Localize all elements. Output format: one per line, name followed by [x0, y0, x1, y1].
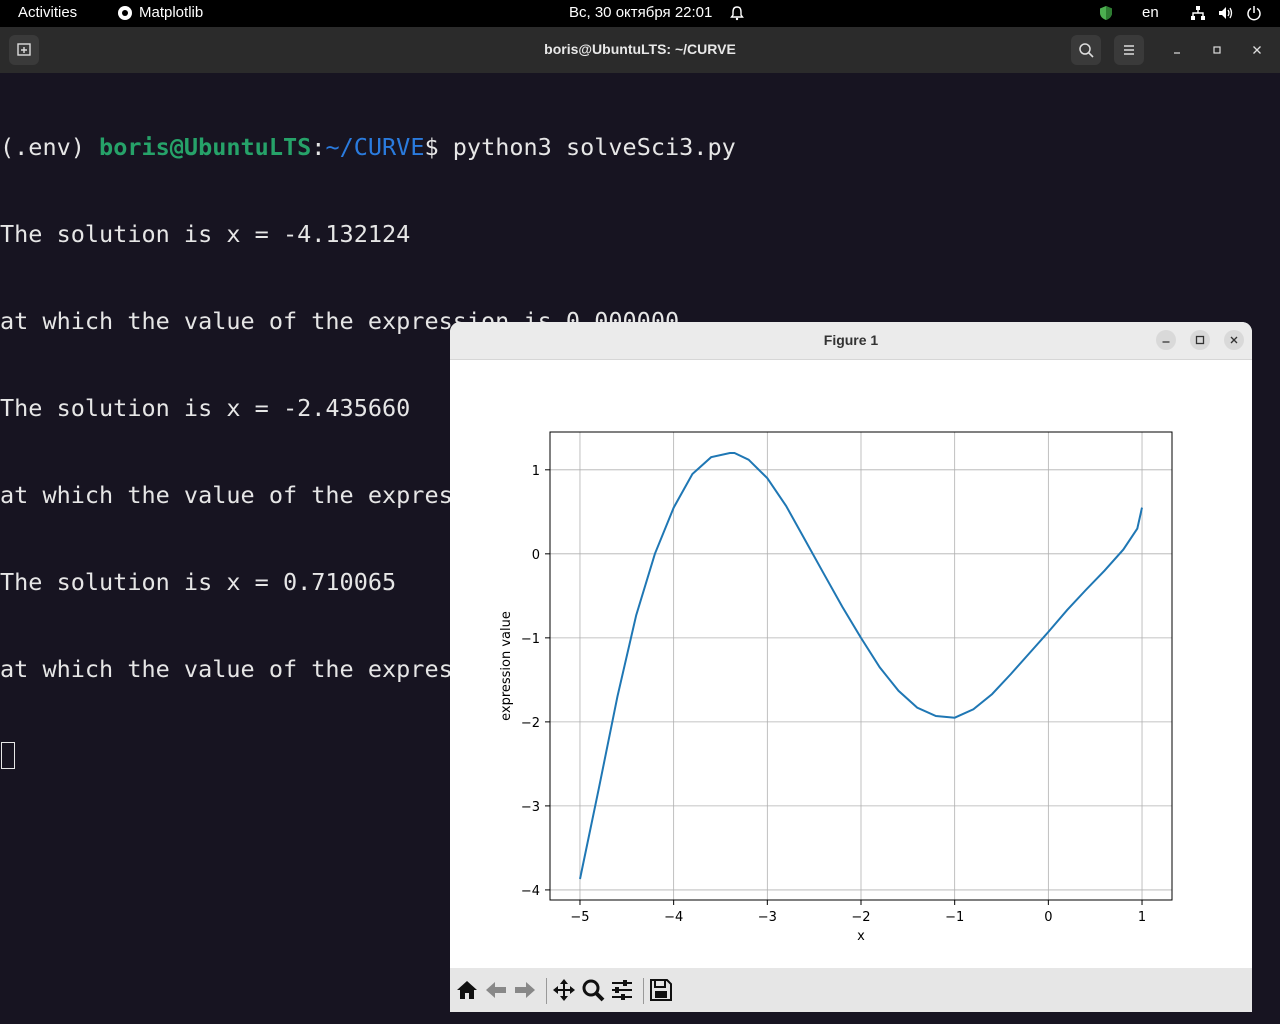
prompt-path: ~/CURVE — [325, 133, 425, 161]
x-tick-label: 1 — [1138, 910, 1146, 925]
datetime-clock[interactable]: Вс, 30 октября 22:01 — [569, 4, 712, 21]
prompt-separator: : — [311, 133, 326, 161]
top-bar: Activities Matplotlib Вс, 30 октября 22:… — [0, 0, 1280, 27]
y-tick-label: −1 — [521, 632, 540, 647]
maximize-icon — [1213, 46, 1221, 54]
y-tick-label: −2 — [521, 716, 540, 731]
save-icon[interactable] — [648, 977, 674, 1003]
close-icon — [1253, 46, 1261, 54]
output-line: The solution is x = -4.132124 — [0, 220, 411, 248]
x-tick-label: −4 — [664, 910, 683, 925]
figure-window[interactable]: Figure 1 −5 −4 −3 −2 −1 0 1 1 0 −1 −2 −3 −4 x expres… — [450, 322, 1252, 1012]
pan-icon[interactable] — [551, 977, 577, 1003]
volume-icon[interactable] — [1218, 5, 1234, 21]
shield-icon[interactable] — [1098, 5, 1114, 21]
figure-close-button[interactable] — [1224, 330, 1244, 350]
x-tick-label: −5 — [570, 910, 589, 925]
y-tick-label: −3 — [521, 800, 540, 815]
x-tick-label: −1 — [945, 910, 964, 925]
notification-bell-icon — [730, 6, 744, 21]
x-tick-label: −3 — [758, 910, 777, 925]
toolbar-separator — [546, 978, 547, 1004]
prompt-end: $ — [424, 133, 453, 161]
plot-canvas[interactable]: −5 −4 −3 −2 −1 0 1 1 0 −1 −2 −3 −4 x expression valu… — [450, 360, 1252, 968]
home-icon[interactable] — [454, 977, 480, 1003]
network-icon[interactable] — [1190, 5, 1206, 21]
minimize-button[interactable] — [1167, 40, 1187, 60]
grid — [550, 432, 1172, 900]
y-axis-label: expression value — [499, 611, 514, 721]
search-button[interactable] — [1071, 35, 1101, 65]
menu-icon — [1124, 45, 1134, 55]
configure-icon[interactable] — [609, 977, 635, 1003]
prompt-user: boris@UbuntuLTS — [99, 133, 312, 161]
prompt-line: (.env) boris@UbuntuLTS:~/CURVE$ python3 … — [0, 133, 736, 162]
menu-button[interactable] — [1114, 35, 1144, 65]
ticks: −5 −4 −3 −2 −1 0 1 1 0 −1 −2 −3 −4 — [521, 464, 1146, 925]
y-tick-label: 0 — [532, 548, 540, 563]
search-icon — [1079, 43, 1094, 58]
x-tick-label: 0 — [1044, 910, 1052, 925]
close-button[interactable] — [1247, 40, 1267, 60]
activities-button[interactable]: Activities — [18, 4, 77, 21]
terminal-header-bar: boris@UbuntuLTS: ~/CURVE — [0, 27, 1280, 73]
x-tick-label: −2 — [851, 910, 870, 925]
language-indicator[interactable]: en — [1142, 4, 1159, 21]
minimize-icon — [1162, 341, 1170, 343]
figure-minimize-button[interactable] — [1156, 330, 1176, 350]
maximize-icon — [1195, 335, 1205, 345]
app-menu[interactable]: Matplotlib — [139, 4, 203, 21]
text-cursor — [1, 742, 15, 769]
figure-title-bar[interactable]: Figure 1 — [450, 322, 1252, 360]
x-axis-label: x — [857, 929, 865, 944]
forward-icon[interactable] — [512, 977, 538, 1003]
y-tick-label: 1 — [532, 464, 540, 479]
y-tick-label: −4 — [521, 884, 540, 899]
zoom-icon[interactable] — [580, 977, 606, 1003]
app-icon — [118, 6, 132, 20]
power-icon[interactable] — [1246, 5, 1262, 21]
minimize-icon — [1174, 52, 1180, 54]
command-text: python3 solveSci3.py — [452, 133, 736, 161]
back-icon[interactable] — [483, 977, 509, 1003]
toolbar-separator — [643, 978, 644, 1004]
prompt-env: (.env) — [0, 133, 100, 161]
maximize-button[interactable] — [1207, 40, 1227, 60]
figure-maximize-button[interactable] — [1190, 330, 1210, 350]
close-icon — [1230, 336, 1238, 344]
figure-window-title: Figure 1 — [823, 332, 879, 348]
figure-toolbar — [450, 968, 1252, 1012]
